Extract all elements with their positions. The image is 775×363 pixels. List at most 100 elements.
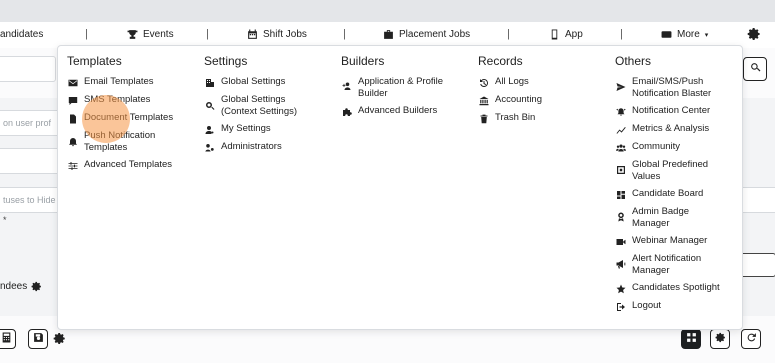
search-button[interactable] — [743, 57, 767, 81]
column-title: Settings — [204, 54, 248, 68]
nav-app[interactable]: App — [549, 29, 583, 40]
menu-item-accounting[interactable]: Accounting — [478, 94, 542, 106]
click-highlight-indicator — [82, 95, 130, 143]
refresh-button[interactable] — [741, 329, 761, 349]
document-icon — [67, 113, 78, 124]
asterisk-mark: * — [3, 215, 7, 225]
menu-item-candidate-board[interactable]: Candidate Board — [615, 188, 720, 200]
menu-item-email-templates[interactable]: Email Templates — [67, 76, 173, 88]
menu-item-notification-center[interactable]: Notification Center — [615, 105, 720, 117]
users-gear-icon — [204, 142, 215, 153]
attendees-label: ndees — [0, 281, 42, 292]
trophy-icon — [127, 29, 138, 40]
menu-item-metrics-analysis[interactable]: Metrics & Analysis — [615, 123, 720, 135]
envelope-icon — [67, 77, 78, 88]
nav-separator: | — [343, 28, 346, 40]
floppy-disk-icon — [33, 330, 44, 348]
nav-separator: | — [206, 28, 209, 40]
nav-separator: | — [85, 28, 88, 40]
menu-item-community[interactable]: Community — [615, 141, 720, 153]
column-title: Builders — [341, 54, 385, 68]
trash-icon — [478, 113, 489, 124]
menu-item-advanced-templates[interactable]: Advanced Templates — [67, 159, 173, 171]
people-icon — [615, 142, 626, 153]
menu-item-admin-badge-manager[interactable]: Admin Badge Manager — [615, 206, 720, 229]
nav-separator: | — [620, 28, 623, 40]
blank-input[interactable] — [0, 148, 60, 174]
history-icon — [478, 77, 489, 88]
menu-item-all-logs[interactable]: All Logs — [478, 76, 542, 88]
nav-candidates[interactable]: andidates — [0, 29, 43, 40]
nav-placement-jobs[interactable]: Placement Jobs — [383, 29, 470, 40]
bell-icon — [67, 136, 78, 147]
column-title: Templates — [67, 54, 122, 68]
chart-line-icon — [615, 124, 626, 135]
megaphone-icon — [615, 258, 626, 269]
nav-shift-jobs[interactable]: Shift Jobs — [247, 29, 307, 40]
nav-events[interactable]: Events — [127, 29, 174, 40]
building-icon — [204, 77, 215, 88]
menu-item-administrators[interactable]: Administrators — [204, 141, 297, 153]
menu-item-global-predefined-values[interactable]: Global Predefined Values — [615, 159, 720, 182]
gear-icon[interactable] — [31, 281, 42, 292]
menu-column-records: Records All Logs Accounting Trash Bin — [478, 54, 542, 130]
settings-gear-button[interactable] — [747, 27, 761, 44]
menu-item-application-profile-builder[interactable]: Application & Profile Builder — [341, 76, 443, 99]
calculator-icon — [1, 330, 12, 348]
calculator-button[interactable] — [0, 329, 16, 349]
column-title: Records — [478, 54, 523, 68]
more-mega-menu: Templates Email Templates SMS Templates … — [57, 45, 743, 330]
user-gear-icon — [204, 124, 215, 135]
video-icon — [615, 236, 626, 247]
square-dot-icon — [615, 164, 626, 175]
nav-more-dropdown[interactable]: More ▾ — [661, 29, 708, 40]
gear-icon — [715, 330, 726, 348]
column-title: Others — [615, 54, 652, 68]
search-gear-icon — [204, 100, 215, 111]
save-button[interactable] — [28, 329, 48, 349]
mobile-icon — [549, 29, 560, 40]
bell-ring-icon — [615, 106, 626, 117]
user-plus-icon — [341, 80, 352, 91]
logout-icon — [615, 301, 626, 312]
chevron-down-icon: ▾ — [704, 31, 709, 39]
menu-item-advanced-builders[interactable]: Advanced Builders — [341, 105, 443, 117]
toolbar-gear-button[interactable] — [53, 332, 66, 350]
menu-column-builders: Builders Application & Profile Builder A… — [341, 54, 443, 123]
sitemap-icon — [686, 330, 697, 348]
user-profile-placeholder: on user prof — [3, 118, 52, 128]
right-input-field[interactable] — [740, 187, 775, 213]
menu-item-global-settings[interactable]: Global Settings — [204, 76, 297, 88]
star-icon — [615, 283, 626, 294]
sliders-icon — [67, 160, 78, 171]
menu-item-alert-notification-manager[interactable]: Alert Notification Manager — [615, 253, 720, 276]
menu-column-settings: Settings Global Settings Global Settings… — [204, 54, 297, 159]
right-box-field[interactable] — [740, 253, 775, 277]
sms-icon — [67, 95, 78, 106]
gear-icon — [747, 27, 761, 44]
menu-item-my-settings[interactable]: My Settings — [204, 123, 297, 135]
menu-item-logout[interactable]: Logout — [615, 300, 720, 312]
menu-item-trash-bin[interactable]: Trash Bin — [478, 112, 542, 124]
menu-item-candidates-spotlight[interactable]: Candidates Spotlight — [615, 282, 720, 294]
menu-item-notification-blaster[interactable]: Email/SMS/Push Notification Blaster — [615, 76, 720, 99]
send-icon — [615, 81, 626, 92]
bank-icon — [478, 95, 489, 106]
menu-column-others: Others Email/SMS/Push Notification Blast… — [615, 54, 720, 318]
top-strip — [0, 0, 775, 22]
statuses-placeholder: tuses to Hide — [3, 195, 56, 205]
menu-item-global-context-settings[interactable]: Global Settings (Context Settings) — [204, 94, 297, 117]
gear-icon — [53, 332, 66, 345]
gear-settings-button[interactable] — [710, 329, 730, 349]
nav-separator: | — [507, 28, 510, 40]
search-icon — [750, 60, 761, 78]
board-view-button[interactable] — [681, 329, 701, 349]
calendar-icon — [247, 29, 258, 40]
menu-item-webinar-manager[interactable]: Webinar Manager — [615, 235, 720, 247]
refresh-icon — [746, 330, 757, 348]
briefcase-icon — [383, 29, 394, 40]
dashboard-icon — [615, 189, 626, 200]
left-input-field[interactable] — [0, 56, 56, 82]
award-icon — [615, 211, 626, 222]
tablet-icon — [661, 29, 672, 40]
